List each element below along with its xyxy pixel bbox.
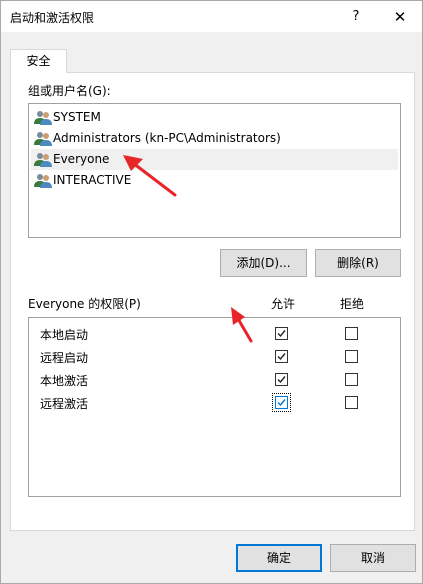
table-row: 本地启动 [29, 322, 400, 344]
users-group-icon [34, 174, 52, 188]
checkmark-icon [277, 330, 286, 338]
user-name: Everyone [53, 152, 110, 166]
list-item[interactable]: Everyone [31, 149, 398, 170]
close-button[interactable]: ✕ [385, 5, 415, 29]
checkmark-icon [277, 353, 286, 361]
allow-checkbox[interactable] [275, 327, 288, 340]
allow-checkbox[interactable] [275, 373, 288, 386]
table-row: 本地激活 [29, 368, 400, 390]
permission-name: 本地启动 [40, 328, 89, 342]
checkmark-icon [277, 376, 286, 384]
allow-column-header: 允许 [271, 297, 296, 311]
permissions-table: 本地启动 远程启动 本地激活 远程激活 [28, 317, 401, 497]
deny-checkbox[interactable] [345, 350, 358, 363]
remove-button[interactable]: 删除(R) [315, 249, 401, 277]
list-item[interactable]: SYSTEM [31, 107, 398, 128]
user-name: Administrators (kn-PC\Administrators) [53, 131, 281, 145]
table-row: 远程激活 [29, 391, 400, 413]
title-bar: 启动和激活权限 ? ✕ [1, 1, 422, 32]
users-group-icon [34, 132, 52, 146]
list-item[interactable]: INTERACTIVE [31, 170, 398, 191]
permission-name: 远程激活 [40, 397, 89, 411]
list-item[interactable]: Administrators (kn-PC\Administrators) [31, 128, 398, 149]
checkmark-icon [277, 399, 286, 407]
table-row: 远程启动 [29, 345, 400, 367]
permissions-label: Everyone 的权限(P) [28, 297, 141, 311]
allow-checkbox[interactable] [272, 393, 291, 412]
help-button[interactable]: ? [341, 5, 371, 29]
users-group-icon [34, 153, 52, 167]
allow-checkbox[interactable] [275, 350, 288, 363]
tab-security[interactable]: 安全 [10, 49, 67, 73]
permission-name: 本地激活 [40, 374, 89, 388]
ok-button[interactable]: 确定 [236, 544, 322, 572]
user-name: SYSTEM [53, 110, 101, 124]
window-title: 启动和激活权限 [10, 11, 95, 25]
permissions-dialog: 启动和激活权限 ? ✕ 安全 组或用户名(G): SYSTEM Administ… [0, 0, 423, 584]
users-list-label: 组或用户名(G): [28, 84, 111, 98]
add-button[interactable]: 添加(D)... [220, 249, 307, 277]
user-name: INTERACTIVE [53, 173, 132, 187]
users-group-icon [34, 111, 52, 125]
deny-checkbox[interactable] [345, 373, 358, 386]
cancel-button[interactable]: 取消 [330, 544, 416, 572]
permission-name: 远程启动 [40, 351, 89, 365]
deny-column-header: 拒绝 [340, 297, 365, 311]
deny-checkbox[interactable] [345, 396, 358, 409]
users-list[interactable]: SYSTEM Administrators (kn-PC\Administrat… [28, 103, 401, 238]
deny-checkbox[interactable] [345, 327, 358, 340]
